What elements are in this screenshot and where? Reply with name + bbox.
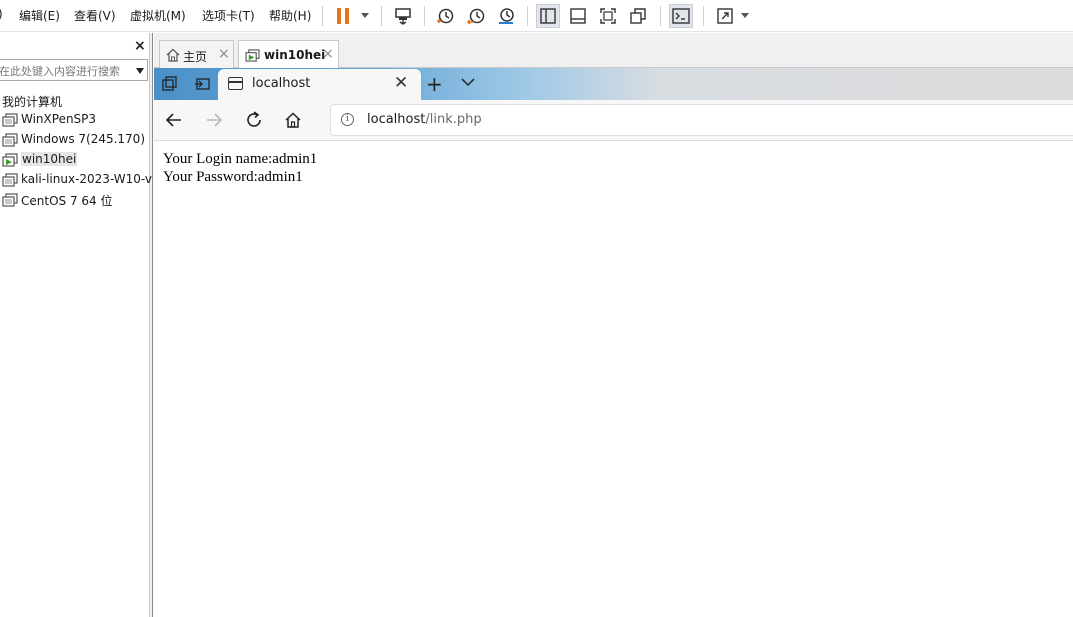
tab-home[interactable]: 主页 × xyxy=(159,40,234,68)
guest-display[interactable]: localhost ✕ + i localhost/link.php Your … xyxy=(154,68,1073,617)
vertical-tabs-icon[interactable] xyxy=(190,73,214,95)
pause-icon[interactable] xyxy=(331,4,355,28)
vm-name: kali-linux-2023-W10-v xyxy=(21,172,153,186)
send-ctrl-alt-del-icon[interactable] xyxy=(391,4,415,28)
tree-item-vm[interactable]: kali-linux-2023-W10-v xyxy=(0,171,152,189)
home-icon xyxy=(166,48,180,62)
toolbar-separator xyxy=(527,6,528,26)
web-page-content: Your Login name:admin1 Your Password:adm… xyxy=(154,141,1073,617)
library-view-icon[interactable] xyxy=(536,4,560,28)
page-icon xyxy=(228,77,243,90)
home-icon[interactable] xyxy=(282,109,304,131)
browser-tab-title: localhost xyxy=(252,76,311,91)
tree-item-vm-selected[interactable]: win10hei xyxy=(0,151,152,169)
menu-tabs[interactable]: 选项卡(T) xyxy=(202,7,255,24)
browser-tab-localhost[interactable]: localhost ✕ xyxy=(218,69,421,100)
menu-help[interactable]: 帮助(H) xyxy=(269,7,311,24)
url-host: localhost xyxy=(367,112,426,127)
stretch-dropdown-icon[interactable] xyxy=(741,13,749,18)
pause-dropdown-icon[interactable] xyxy=(361,13,369,18)
fullscreen-icon[interactable] xyxy=(596,4,620,28)
vm-icon xyxy=(2,193,18,207)
site-info-icon[interactable]: i xyxy=(341,113,354,126)
login-name-text: Your Login name:admin1 xyxy=(163,151,318,167)
tab-home-label: 主页 xyxy=(183,50,208,64)
vm-icon xyxy=(2,113,18,127)
url-path: /link.php xyxy=(425,112,482,127)
toolbar-separator xyxy=(322,6,323,26)
unity-icon[interactable] xyxy=(626,4,650,28)
thumbnail-bar-icon[interactable] xyxy=(566,4,590,28)
library-search-input[interactable]: 在此处键入内容进行搜索 xyxy=(0,59,148,81)
tab-list-chevron-icon[interactable] xyxy=(460,74,476,90)
revert-snapshot-icon[interactable] xyxy=(464,4,488,28)
menu-vm[interactable]: 虚拟机(M) xyxy=(130,7,186,24)
tab-win10hei-label: win10hei xyxy=(264,48,326,62)
vmware-menubar: ) 编辑(E) 查看(V) 虚拟机(M) 选项卡(T) 帮助(H) xyxy=(0,0,1073,32)
browser-tab-bar: localhost ✕ + xyxy=(154,68,1073,100)
vm-icon xyxy=(2,173,18,187)
browser-nav-bar: i localhost/link.php xyxy=(154,100,1073,141)
library-search-placeholder: 在此处键入内容进行搜索 xyxy=(0,65,120,78)
snapshot-icon[interactable] xyxy=(433,4,457,28)
snapshot-manager-icon[interactable] xyxy=(494,4,518,28)
address-url: localhost/link.php xyxy=(367,112,482,127)
tree-root-my-computer[interactable]: 我的计算机 xyxy=(2,93,62,110)
search-dropdown-icon[interactable] xyxy=(136,68,144,74)
vm-tab-strip: 主页 × win10hei × xyxy=(154,33,1073,69)
vm-name: win10hei xyxy=(21,152,78,166)
vm-icon xyxy=(2,133,18,147)
new-tab-icon[interactable]: + xyxy=(426,72,443,96)
library-close-icon[interactable]: × xyxy=(134,38,146,54)
tree-item-vm[interactable]: CentOS 7 64 位 xyxy=(0,191,152,209)
forward-arrow-icon[interactable] xyxy=(203,109,225,131)
toolbar-separator xyxy=(660,6,661,26)
menu-edit[interactable]: 编辑(E) xyxy=(19,7,60,24)
tab-win10hei-close-icon[interactable]: × xyxy=(322,46,334,62)
toolbar-separator xyxy=(381,6,382,26)
refresh-icon[interactable] xyxy=(243,109,265,131)
stretch-guest-icon[interactable] xyxy=(713,4,737,28)
address-bar[interactable]: i localhost/link.php xyxy=(330,104,1073,136)
menu-view[interactable]: 查看(V) xyxy=(74,7,116,24)
vm-name: CentOS 7 64 位 xyxy=(21,194,113,208)
vm-name: Windows 7(245.170) xyxy=(21,132,146,146)
toolbar-separator xyxy=(424,6,425,26)
password-text: Your Password:admin1 xyxy=(163,169,303,185)
tab-actions-icon[interactable] xyxy=(158,73,182,95)
menu-item-fragment[interactable]: ) xyxy=(0,7,3,21)
toolbar-separator xyxy=(703,6,704,26)
back-arrow-icon[interactable] xyxy=(163,109,185,131)
tab-home-close-icon[interactable]: × xyxy=(218,46,230,62)
tab-win10hei[interactable]: win10hei × xyxy=(238,40,339,69)
console-view-icon[interactable] xyxy=(669,4,693,28)
vm-name: WinXPenSP3 xyxy=(21,112,97,126)
tree-item-vm[interactable]: WinXPenSP3 xyxy=(0,111,152,129)
tree-item-vm[interactable]: Windows 7(245.170) xyxy=(0,131,152,149)
vm-running-icon xyxy=(2,153,18,167)
vm-running-icon xyxy=(245,49,260,62)
browser-tab-close-icon[interactable]: ✕ xyxy=(394,73,408,93)
